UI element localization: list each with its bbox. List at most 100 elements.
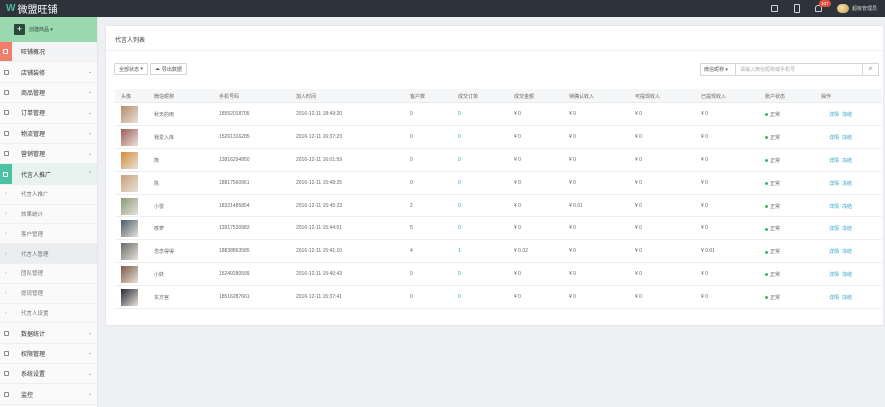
chevron-icon: ⌄ [88,130,93,137]
freeze-link[interactable]: 冻结 [842,112,852,118]
search-field-select[interactable]: 微信昵称 ▾ [700,63,736,76]
detail-link[interactable]: 详情 [829,226,839,232]
detail-link[interactable]: 详情 [829,135,839,141]
cell-amount: ¥ 0 [514,225,521,232]
sidebar-subitem[interactable]: › 效果统计 [0,204,97,225]
freeze-link[interactable]: 冻结 [842,249,852,255]
cell-orders[interactable]: 0 [458,134,461,140]
sidebar-subitem[interactable]: › 代言人设置 [0,303,97,324]
cell-withdrawn: ¥ 0 [701,271,708,278]
cell-status: 正常 [765,225,780,232]
row-actions: 详情 冻结 [829,271,855,278]
cell-withdrawn: ¥ 0 [701,179,708,186]
sidebar-item-label: 权限管理 [21,351,46,358]
cell-orders[interactable]: 0 [458,225,461,231]
user-name[interactable]: 超级管理员 [852,5,877,12]
sidebar-item[interactable]: 店铺装修 ⌄ [0,62,97,83]
cell-orders[interactable]: 0 [458,203,461,209]
sidebar-item[interactable]: 旺铺概况 [0,42,97,63]
avatar [121,266,138,284]
chevron-icon: ⌄ [88,69,93,76]
notification-badge: 107 [818,0,831,7]
copy-icon[interactable] [771,5,779,13]
mobile-icon[interactable] [793,5,801,13]
freeze-link[interactable]: 冻结 [842,158,852,164]
sidebar-item[interactable]: 营销管理 ⌄ [0,144,97,165]
sidebar-item[interactable]: 订单管理 ⌄ [0,103,97,124]
cell-time: 2016-12-11 18:49:20 [296,111,343,117]
cell-withdrawable: ¥ 0 [635,271,642,278]
detail-link[interactable]: 详情 [829,204,839,210]
sidebar-item[interactable]: 权限管理 ⌄ [0,344,97,365]
sidebar-subitem[interactable]: › 提现管理 [0,283,97,304]
app-logo[interactable]: W 微盟旺铺 [6,2,57,16]
cell-amount: ¥ 0 [514,156,521,163]
chevron-icon: ⌄ [88,391,93,398]
freeze-link[interactable]: 冻结 [842,272,852,278]
avatar [121,197,138,215]
sidebar-item[interactable]: 商品管理 ⌄ [0,83,97,104]
cell-time: 2016-12-11 15:48:25 [296,179,343,186]
sidebar-subitem[interactable]: › 团队管理 [0,263,97,284]
sidebar-item[interactable]: 系统设置 ⌄ [0,364,97,385]
bell-icon[interactable]: 107 [815,0,831,13]
sidebar-item[interactable]: 监控 ⌄ [0,384,97,405]
freeze-link[interactable]: 冻结 [842,181,852,187]
cell-orders[interactable]: 0 [458,271,461,277]
cell-orders[interactable]: 0 [458,294,461,300]
endorser-table: 头像 微信昵称 手机号码 加入时间 客户数 成交订单 成交金额 待确认收入 可提现收入 已提现收入… [115,89,882,310]
truck-icon [4,130,9,136]
detail-link[interactable]: 详情 [829,158,839,164]
sidebar-item[interactable]: 数据统计 ⌄ [0,323,97,344]
nav-bottom: 数据统计 ⌄ 权限管理 ⌄ 系统设置 ⌄ 监控 ⌄ [0,323,97,405]
export-label: 导出数据 [161,66,182,73]
cell-customers: 0 [410,133,413,140]
freeze-link[interactable]: 冻结 [842,226,852,232]
sidebar-item[interactable]: 代言人推广 ⌃ [0,164,97,185]
cell-withdrawn: ¥ 0 [701,202,708,209]
search-button[interactable]: ⌕ [863,63,879,76]
avatar [121,106,138,123]
detail-link[interactable]: 详情 [829,272,839,278]
table-row: 念念得得 18838863585 2016-12-11 15:41:10 4 1 ¥ 0.… [115,240,882,264]
cell-nick: 秋天的雨 [154,112,175,118]
freeze-link[interactable]: 冻结 [842,135,852,141]
search-input[interactable] [736,63,863,76]
detail-link[interactable]: 详情 [829,181,839,187]
detail-link[interactable]: 详情 [829,112,839,118]
cell-orders[interactable]: 0 [458,111,461,117]
sidebar-subitem[interactable]: › 客户管理 [0,224,97,245]
chevron-right-icon: › [5,191,7,198]
cell-pending: ¥ 0 [569,225,576,232]
sidebar-subitem[interactable]: › 代言人管理 [0,244,97,264]
top-right-tools: 107 超级管理员 [771,0,885,17]
box-icon [4,89,9,95]
avatar [121,174,138,192]
cell-nick: 陈 [154,180,160,187]
sidebar-item-label: 代言人推广 [21,172,52,179]
detail-link[interactable]: 详情 [829,249,839,255]
cell-orders[interactable]: 0 [458,180,461,186]
user-avatar[interactable] [836,4,849,13]
freeze-link[interactable]: 冻结 [842,204,852,210]
row-actions: 详情 冻结 [829,180,855,187]
top-bar: W 微盟旺铺 107 超级管理员 [0,0,885,17]
detail-link[interactable]: 详情 [829,295,839,301]
cell-pending: ¥ 0 [569,133,576,140]
row-actions: 详情 冻结 [829,248,855,255]
sidebar-subitem-label: 代言人管理 [21,251,49,258]
search-group: 微信昵称 ▾ ⌕ [700,63,879,76]
cell-customers: 0 [410,271,413,278]
sidebar-subitem[interactable]: › 代言人推广 [0,184,97,205]
table-row: 小雷 18321485854 2016-12-11 15:45:23 2 0 ¥ 0 ¥ 0… [115,195,882,218]
cell-orders[interactable]: 1 [458,248,461,254]
status-filter-select[interactable]: 全部状态 ▾ [114,63,148,75]
freeze-link[interactable]: 冻结 [842,295,852,301]
create-product-button[interactable]: + 创建商品 ▾ [14,24,70,36]
cell-amount: ¥ 0 [514,294,521,301]
cell-orders[interactable]: 0 [458,157,461,163]
column-header: 待确认收入 [569,94,595,100]
sidebar-item[interactable]: 物流管理 ⌄ [0,124,97,144]
cell-time: 2016-12-11 15:40:43 [296,271,343,278]
export-button[interactable]: ☁ 导出数据 [149,63,187,75]
